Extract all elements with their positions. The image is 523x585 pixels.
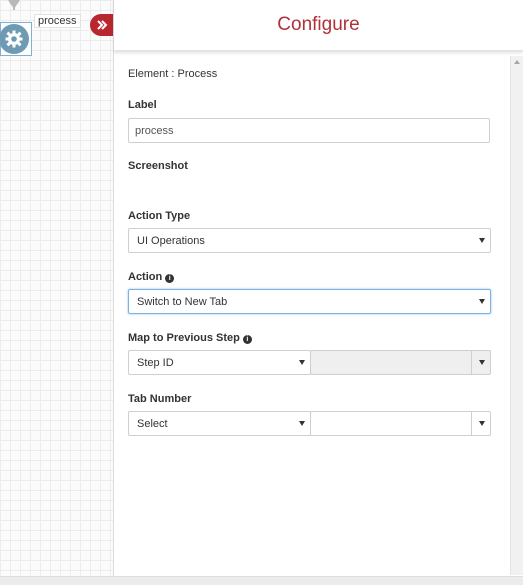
tab-number-left-value: Select: [137, 417, 168, 430]
label-input[interactable]: [128, 118, 490, 143]
node-label: process: [34, 14, 81, 28]
element-title: Element : Process: [128, 68, 218, 80]
horizontal-scrollbar[interactable]: [0, 576, 523, 585]
select-divider: [471, 351, 472, 374]
tab-number-left-select[interactable]: Select: [128, 411, 311, 436]
caret-down-icon: [299, 360, 305, 365]
info-icon[interactable]: i: [242, 335, 252, 344]
action-label: Action i: [128, 271, 175, 283]
info-icon[interactable]: i: [165, 274, 175, 283]
label-field-label: Label: [128, 99, 157, 111]
panel-body: Element : Process Label Screenshot Actio…: [114, 56, 511, 575]
panel-header: Configure: [114, 0, 523, 51]
scroll-up-arrow-icon[interactable]: [514, 60, 520, 64]
select-divider: [471, 412, 472, 435]
configure-panel: Configure Element : Process Label Screen…: [113, 0, 523, 585]
caret-down-icon: [479, 421, 485, 426]
connector-arrow: [8, 0, 20, 9]
action-type-label: Action Type: [128, 210, 191, 222]
map-previous-left-select[interactable]: Step ID: [128, 350, 311, 375]
action-value: Switch to New Tab: [137, 295, 228, 308]
action-label-text: Action: [128, 271, 163, 283]
double-chevron-right-icon: [97, 20, 108, 30]
caret-down-icon: [479, 238, 485, 243]
map-previous-label-text: Map to Previous Step: [128, 332, 240, 344]
caret-down-icon: [479, 299, 485, 304]
map-previous-right-select[interactable]: [310, 350, 491, 375]
gear-icon: [0, 24, 29, 54]
panel-title: Configure: [277, 14, 360, 35]
action-type-value: UI Operations: [137, 234, 205, 247]
action-type-select[interactable]: UI Operations: [128, 228, 491, 253]
screenshot-label: Screenshot: [128, 160, 188, 172]
collapse-panel-button[interactable]: [90, 14, 114, 36]
action-select[interactable]: Switch to New Tab: [128, 289, 491, 314]
map-previous-label: Map to Previous Step i: [128, 332, 252, 344]
vertical-scrollbar[interactable]: [511, 56, 523, 575]
tab-number-label: Tab Number: [128, 393, 192, 405]
caret-down-icon: [299, 421, 305, 426]
map-previous-left-value: Step ID: [137, 356, 174, 369]
process-node[interactable]: [0, 22, 32, 56]
workflow-canvas[interactable]: process: [0, 0, 114, 585]
caret-down-icon: [479, 360, 485, 365]
tab-number-right-select[interactable]: [310, 411, 491, 436]
